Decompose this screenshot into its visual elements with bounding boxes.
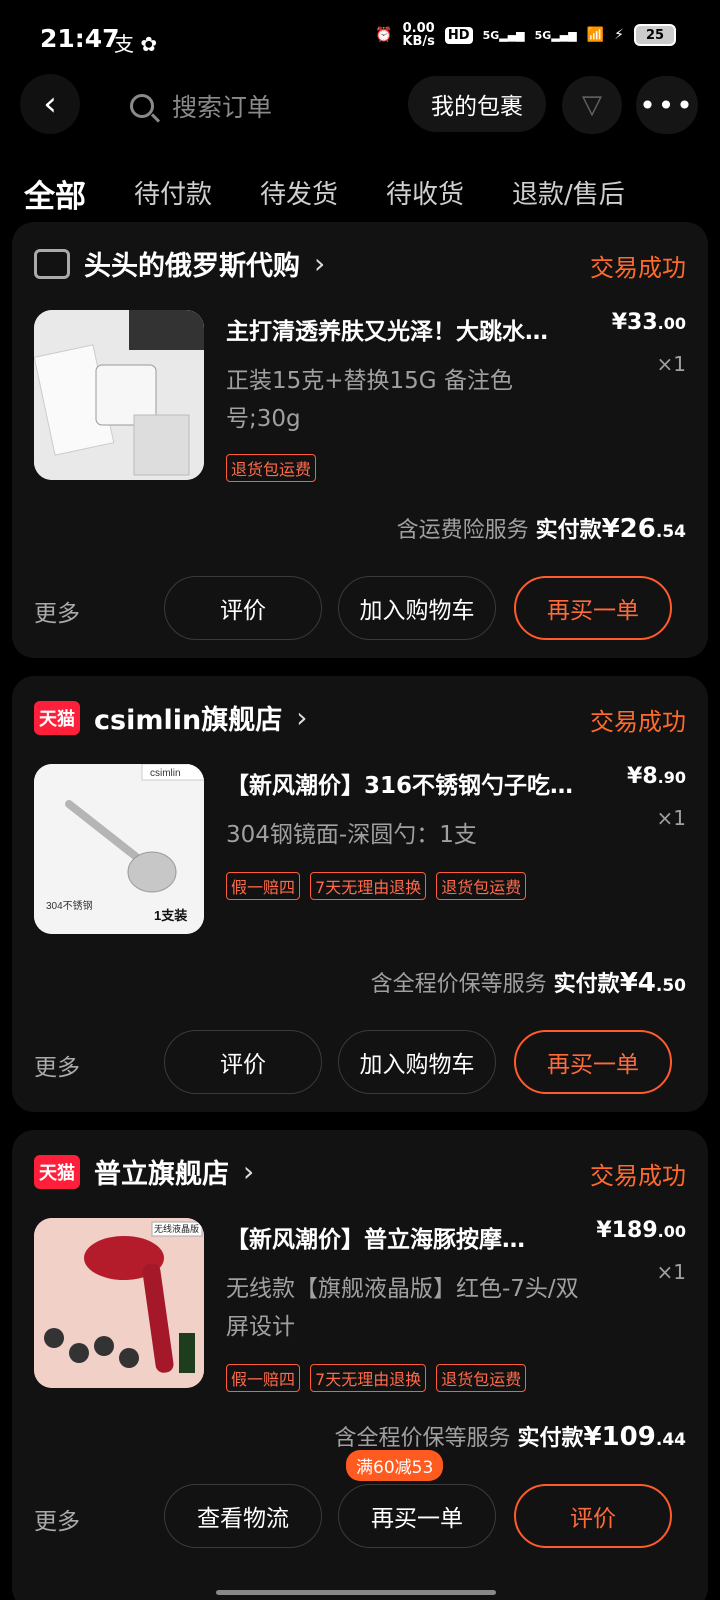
review-button[interactable]: 评价: [164, 576, 322, 640]
tmall-logo-icon: 天猫: [34, 700, 80, 735]
battery-icon: 25: [634, 24, 676, 46]
product-image[interactable]: [34, 310, 204, 480]
service-tags: 退货包运费: [226, 454, 317, 482]
order-actions: 更多 评价 加入购物车 再买一单: [12, 576, 708, 640]
notification-icons: 支 ✿: [114, 32, 158, 56]
order-actions: 更多 查看物流 再买一单 满60减53 评价: [12, 1450, 708, 1548]
charging-icon: ⚡: [614, 27, 624, 43]
shop-name: 头头的俄罗斯代购: [84, 251, 300, 282]
shop-name: csimlin旗舰店: [94, 705, 283, 736]
cushion-product-image: [34, 310, 204, 480]
shop-name: 普立旗舰店: [94, 1159, 229, 1190]
more-options-button[interactable]: •••: [636, 76, 698, 134]
more-dots-icon: •••: [639, 88, 695, 122]
service-tags: 假一赔四 7天无理由退换 退货包运费: [226, 872, 527, 900]
status-right: ⏰ 0.00 KB/s HD 5G▂▄▆ 5G▂▄▆ 📶 ⚡ 25: [375, 22, 676, 48]
product-spec: 无线款【旗舰液晶版】红色-7头/双屏设计: [226, 1276, 579, 1340]
more-link[interactable]: 更多: [34, 1502, 80, 1536]
search-placeholder: 搜索订单: [172, 93, 273, 122]
product-title[interactable]: 【新风潮价】普立海豚按摩…: [226, 1220, 596, 1254]
chevron-right-icon: ›: [243, 1155, 255, 1188]
my-packages-button[interactable]: 我的包裹: [408, 76, 546, 132]
product-price: ¥33.00: [611, 310, 686, 335]
order-actions: 更多 评价 加入购物车 再买一单: [12, 1030, 708, 1094]
product-spec: 304钢镜面-深圆勺：1支: [226, 822, 477, 848]
wifi-icon: 📶: [586, 27, 605, 43]
review-button[interactable]: 评价: [164, 1030, 322, 1094]
service-tags: 假一赔四 7天无理由退换 退货包运费: [226, 1364, 527, 1392]
hd-icon: HD: [444, 26, 473, 44]
tab-all[interactable]: 全部: [24, 171, 86, 216]
shop-link[interactable]: 天猫 普立旗舰店 ›: [34, 1152, 254, 1191]
order-status: 交易成功: [590, 254, 686, 282]
product-price: ¥189.00: [596, 1218, 686, 1243]
more-link[interactable]: 更多: [34, 594, 80, 628]
tab-pending-payment[interactable]: 待付款: [134, 174, 212, 216]
chevron-right-icon: ›: [314, 247, 326, 280]
order-tabs: 全部 待付款 待发货 待收货 退款/售后: [24, 174, 673, 216]
product-image[interactable]: 无线液晶版: [34, 1218, 204, 1388]
shop-link[interactable]: 头头的俄罗斯代购 ›: [34, 244, 325, 283]
alarm-icon: ⏰: [374, 27, 393, 43]
massager-label: 无线液晶版: [154, 1223, 199, 1234]
back-button[interactable]: ‹: [20, 74, 80, 134]
spoon-count-label: 1支装: [154, 908, 187, 923]
order-status: 交易成功: [590, 708, 686, 736]
spoon-material-label: 304不锈钢: [46, 899, 93, 912]
more-link[interactable]: 更多: [34, 1048, 80, 1082]
shop-link[interactable]: 天猫 csimlin旗舰店 ›: [34, 698, 307, 737]
filter-button[interactable]: ▽: [562, 76, 622, 134]
review-button[interactable]: 评价: [514, 1484, 672, 1548]
add-to-cart-button[interactable]: 加入购物车: [338, 576, 496, 640]
track-shipment-button[interactable]: 查看物流: [164, 1484, 322, 1548]
buy-again-button[interactable]: 再买一单: [514, 1030, 672, 1094]
product-qty: ×1: [656, 806, 686, 830]
buy-again-button[interactable]: 再买一单: [338, 1484, 496, 1548]
search-icon: [130, 94, 154, 118]
tmall-logo-icon: 天猫: [34, 1154, 80, 1189]
tag-free-return-shipping: 退货包运费: [436, 872, 527, 900]
product-qty: ×1: [656, 352, 686, 376]
filter-icon: ▽: [582, 90, 602, 120]
product-spec: 正装15克+替换15G 备注色号;30g: [226, 368, 513, 432]
promo-badge: 满60减53: [346, 1450, 444, 1481]
add-to-cart-button[interactable]: 加入购物车: [338, 1030, 496, 1094]
product-title[interactable]: 主打清透养肤又光泽！大跳水…: [226, 312, 596, 346]
search-input[interactable]: 搜索订单: [130, 88, 272, 124]
back-arrow-icon: ‹: [43, 84, 57, 124]
net-speed: 0.00 KB/s: [402, 21, 435, 49]
payment-summary: 含运费险服务 实付款¥26.54: [396, 514, 686, 544]
massager-product-image: 无线液晶版: [34, 1218, 204, 1388]
payment-summary: 含全程价保等服务 实付款¥4.50: [370, 968, 686, 998]
order-card[interactable]: 天猫 普立旗舰店 › 交易成功 无线液晶版 【新风潮价】普立海豚按摩… 无线款【…: [12, 1130, 708, 1600]
tag-free-return-shipping: 退货包运费: [226, 454, 317, 482]
signal-icon-2: 5G▂▄▆: [534, 28, 577, 42]
order-card[interactable]: 头头的俄罗斯代购 › 交易成功 主打清透养肤又光泽！大跳水… 正装15克+替换1…: [12, 222, 708, 658]
status-bar: 21:47 支 ✿ ⏰ 0.00 KB/s HD 5G▂▄▆ 5G▂▄▆ 📶 ⚡…: [0, 0, 720, 80]
clock: 21:47: [40, 24, 120, 53]
tag-fake-compensation: 假一赔四: [226, 1364, 301, 1392]
product-price: ¥8.90: [627, 764, 686, 789]
tab-refund[interactable]: 退款/售后: [512, 174, 625, 216]
tag-7day-return: 7天无理由退换: [310, 872, 427, 900]
tag-7day-return: 7天无理由退换: [310, 1364, 427, 1392]
home-indicator[interactable]: [216, 1590, 496, 1595]
tag-fake-compensation: 假一赔四: [226, 872, 301, 900]
chevron-right-icon: ›: [296, 701, 308, 734]
tab-pending-shipment[interactable]: 待发货: [260, 174, 338, 216]
buy-again-button[interactable]: 再买一单: [514, 576, 672, 640]
signal-icon: 5G▂▄▆: [482, 28, 525, 42]
tag-free-return-shipping: 退货包运费: [436, 1364, 527, 1392]
spoon-brand-label: csimlin: [150, 768, 181, 779]
order-card[interactable]: 天猫 csimlin旗舰店 › 交易成功 csimlin 304不锈钢 1支装 …: [12, 676, 708, 1112]
order-status: 交易成功: [590, 1162, 686, 1190]
top-nav: ‹ 搜索订单 我的包裹 ▽ •••: [0, 74, 720, 138]
store-icon: [34, 248, 70, 279]
payment-summary: 含全程价保等服务 实付款¥109.44: [334, 1422, 686, 1452]
tab-pending-receipt[interactable]: 待收货: [386, 174, 464, 216]
product-qty: ×1: [656, 1260, 686, 1284]
spoon-product-image: csimlin 304不锈钢 1支装: [34, 764, 204, 934]
product-title[interactable]: 【新风潮价】316不锈钢勺子吃…: [226, 766, 596, 800]
product-image[interactable]: csimlin 304不锈钢 1支装: [34, 764, 204, 934]
